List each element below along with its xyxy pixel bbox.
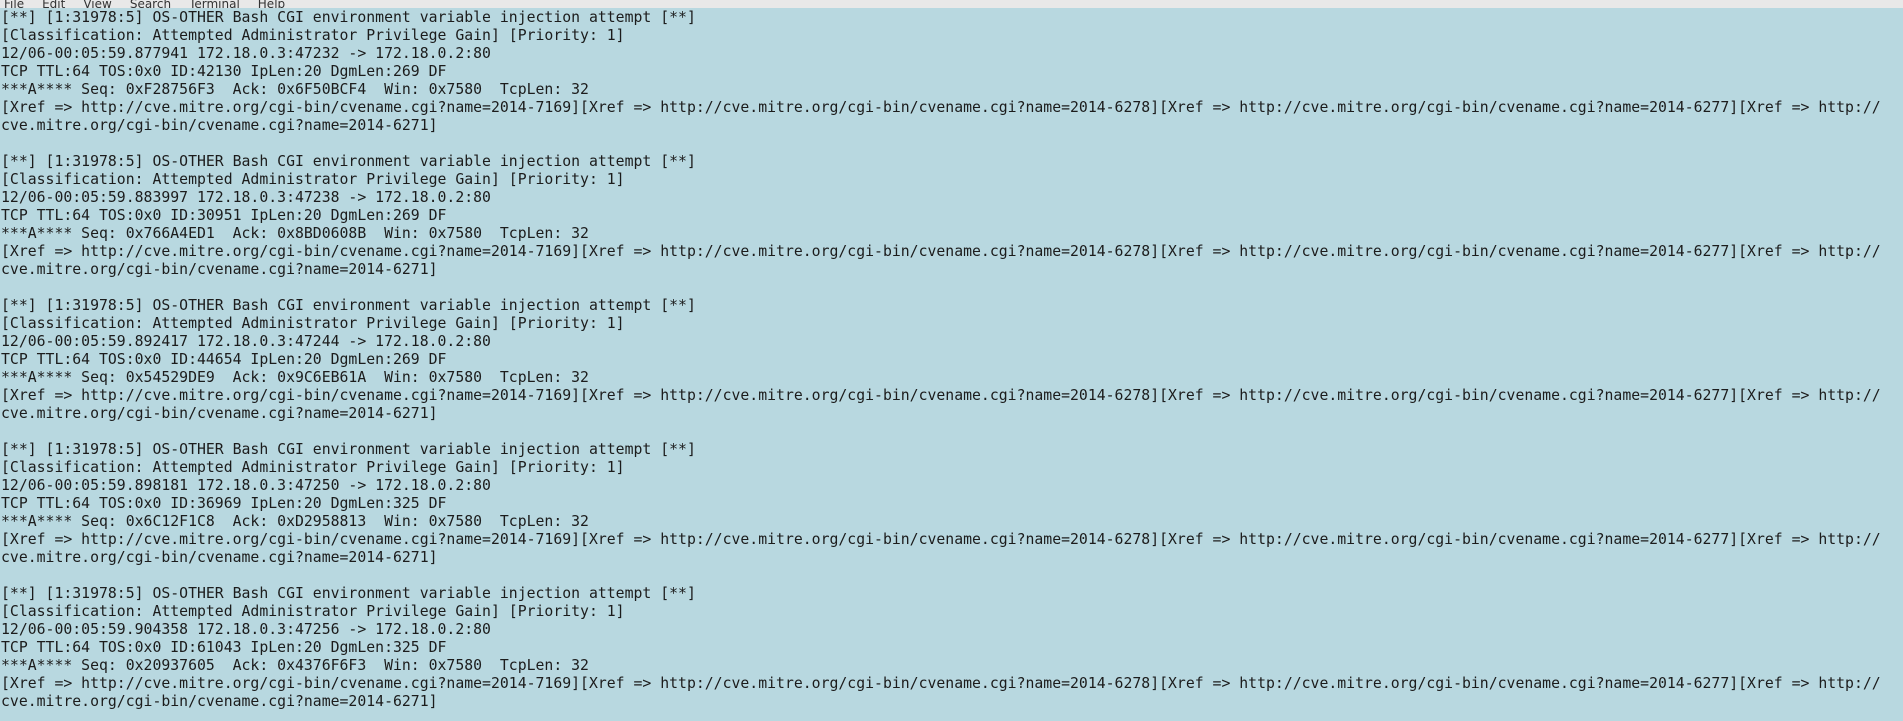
alert-classification: [Classification: Attempted Administrator… [1,603,625,620]
alert-ip-line: TCP TTL:64 TOS:0x0 ID:36969 IpLen:20 Dgm… [1,495,447,512]
menu-edit[interactable]: Edit [42,0,65,8]
alert-header: [**] [1:31978:5] OS-OTHER Bash CGI envir… [1,153,696,170]
alert-ip-line: TCP TTL:64 TOS:0x0 ID:42130 IpLen:20 Dgm… [1,63,447,80]
menu-help[interactable]: Help [258,0,285,8]
alert-classification: [Classification: Attempted Administrator… [1,171,625,188]
alert-timestamp-line: 12/06-00:05:59.892417 172.18.0.3:47244 -… [1,333,491,350]
alert-block: [**] [1:31978:5] OS-OTHER Bash CGI envir… [0,153,1903,297]
alert-timestamp-line: 12/06-00:05:59.883997 172.18.0.3:47238 -… [1,189,491,206]
alert-xref-line-continued: cve.mitre.org/cgi-bin/cvename.cgi?name=2… [1,261,438,278]
alert-ip-line: TCP TTL:64 TOS:0x0 ID:61043 IpLen:20 Dgm… [1,639,447,656]
alert-xref-line: [Xref => http://cve.mitre.org/cgi-bin/cv… [1,243,1881,260]
alert-header: [**] [1:31978:5] OS-OTHER Bash CGI envir… [1,297,696,314]
alert-xref-line: [Xref => http://cve.mitre.org/cgi-bin/cv… [1,99,1881,116]
alert-tcp-line: ***A**** Seq: 0x766A4ED1 Ack: 0x8BD0608B… [1,225,589,242]
alert-xref-line-continued: cve.mitre.org/cgi-bin/cvename.cgi?name=2… [1,693,438,710]
alert-xref-line-continued: cve.mitre.org/cgi-bin/cvename.cgi?name=2… [1,117,438,134]
alert-xref-line-continued: cve.mitre.org/cgi-bin/cvename.cgi?name=2… [1,549,438,566]
menu-file[interactable]: File [4,0,24,8]
alert-timestamp-line: 12/06-00:05:59.904358 172.18.0.3:47256 -… [1,621,491,638]
alert-ip-line: TCP TTL:64 TOS:0x0 ID:30951 IpLen:20 Dgm… [1,207,447,224]
terminal-output[interactable]: [**] [1:31978:5] OS-OTHER Bash CGI envir… [0,9,1903,721]
alert-block: [**] [1:31978:5] OS-OTHER Bash CGI envir… [0,297,1903,441]
alert-classification: [Classification: Attempted Administrator… [1,27,625,44]
alert-classification: [Classification: Attempted Administrator… [1,459,625,476]
menu-search[interactable]: Search [130,0,171,8]
alert-tcp-line: ***A**** Seq: 0xF28756F3 Ack: 0x6F50BCF4… [1,81,589,98]
alert-classification: [Classification: Attempted Administrator… [1,315,625,332]
alert-xref-line: [Xref => http://cve.mitre.org/cgi-bin/cv… [1,675,1881,692]
alert-block: [**] [1:31978:5] OS-OTHER Bash CGI envir… [0,585,1903,711]
alert-xref-line-continued: cve.mitre.org/cgi-bin/cvename.cgi?name=2… [1,405,438,422]
terminal-menubar: File Edit View Search Terminal Help [0,0,1903,8]
alert-timestamp-line: 12/06-00:05:59.877941 172.18.0.3:47232 -… [1,45,491,62]
menu-terminal[interactable]: Terminal [189,0,240,8]
alert-ip-line: TCP TTL:64 TOS:0x0 ID:44654 IpLen:20 Dgm… [1,351,447,368]
alert-header: [**] [1:31978:5] OS-OTHER Bash CGI envir… [1,585,696,602]
alert-tcp-line: ***A**** Seq: 0x54529DE9 Ack: 0x9C6EB61A… [1,369,589,386]
alert-block: [**] [1:31978:5] OS-OTHER Bash CGI envir… [0,9,1903,153]
alert-header: [**] [1:31978:5] OS-OTHER Bash CGI envir… [1,441,696,458]
alert-block: [**] [1:31978:5] OS-OTHER Bash CGI envir… [0,441,1903,585]
alert-tcp-line: ***A**** Seq: 0x6C12F1C8 Ack: 0xD2958813… [1,513,589,530]
alert-timestamp-line: 12/06-00:05:59.898181 172.18.0.3:47250 -… [1,477,491,494]
alert-xref-line: [Xref => http://cve.mitre.org/cgi-bin/cv… [1,531,1881,548]
alert-tcp-line: ***A**** Seq: 0x20937605 Ack: 0x4376F6F3… [1,657,589,674]
alert-header: [**] [1:31978:5] OS-OTHER Bash CGI envir… [1,9,696,26]
menu-items: File Edit View Search Terminal Help [0,0,1903,8]
menu-view[interactable]: View [83,0,111,8]
alert-xref-line: [Xref => http://cve.mitre.org/cgi-bin/cv… [1,387,1881,404]
